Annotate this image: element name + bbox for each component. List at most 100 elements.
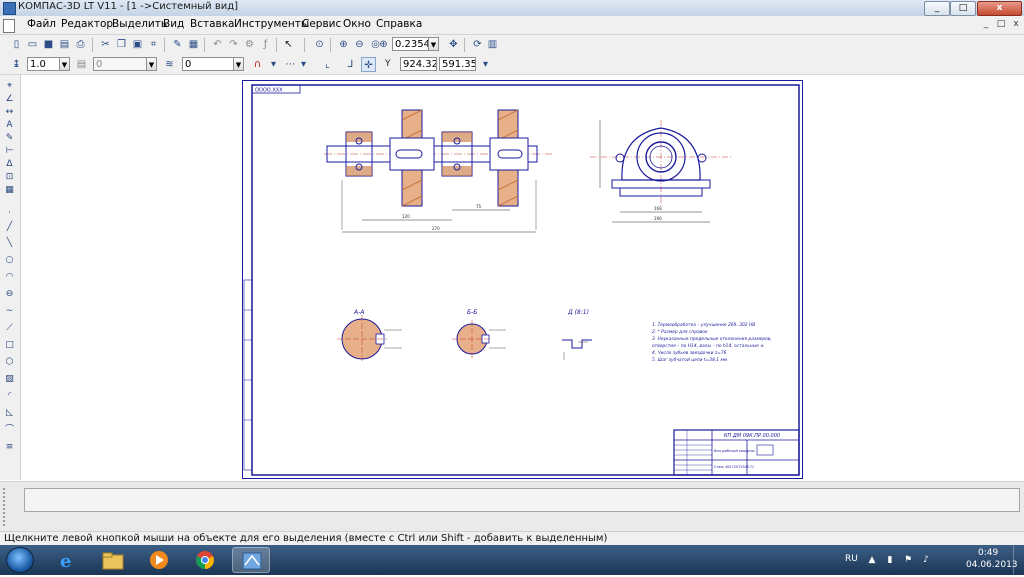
contour-icon[interactable]: ⌒	[2, 425, 17, 436]
note-5: 5. Шаг зубчатой цепи t=38,1 мм	[652, 357, 728, 363]
explorer-icon[interactable]	[94, 547, 132, 573]
line-icon[interactable]: ╱	[2, 222, 17, 233]
menu-select[interactable]: Выделить	[112, 18, 167, 30]
menu-window[interactable]: Окно	[343, 18, 371, 30]
layer-dropdown[interactable]: ▼	[146, 57, 157, 71]
zoom-in-icon[interactable]: ⊕	[336, 37, 351, 52]
redo-icon[interactable]: ↷	[226, 37, 241, 52]
chamfer-icon[interactable]: ◺	[2, 408, 17, 419]
copy-icon[interactable]: ❐	[114, 37, 129, 52]
open-icon[interactable]: ▭	[25, 37, 40, 52]
manager-icon[interactable]: ▦	[186, 37, 201, 52]
snap-dropdown[interactable]: ▾	[266, 57, 281, 72]
variables-icon[interactable]: ⚙	[242, 37, 257, 52]
hatch-icon[interactable]: ▨	[2, 374, 17, 385]
start-button[interactable]	[6, 547, 34, 573]
menu-help[interactable]: Справка	[376, 18, 422, 30]
menu-file[interactable]: Файл	[27, 18, 56, 30]
show-desktop-button[interactable]	[1013, 545, 1024, 575]
tray-expand-icon[interactable]: ▲	[866, 554, 878, 566]
properties-panel-area[interactable]	[24, 488, 1020, 512]
snap-icon[interactable]: ∩	[250, 57, 265, 72]
media-player-icon[interactable]	[140, 547, 178, 573]
y-coordinate-input[interactable]: 591.35	[439, 57, 476, 71]
polygon-icon[interactable]: ⬡	[2, 357, 17, 368]
menu-tools[interactable]: Инструменты	[234, 18, 309, 30]
pan-icon[interactable]: ✥	[446, 37, 461, 52]
paste-icon[interactable]: ▣	[130, 37, 145, 52]
arc-icon[interactable]: ◠	[2, 272, 17, 283]
polyline-icon[interactable]: ⟋	[2, 323, 17, 334]
view-dropdown[interactable]: ▼	[233, 57, 244, 71]
network-icon[interactable]: ▮	[884, 554, 896, 566]
ellipse-icon[interactable]: ⊖	[2, 289, 17, 300]
refresh-icon[interactable]: ⟳	[470, 37, 485, 52]
drawing-canvas[interactable]: ОООО.ХХХ 270 120 75 160 190 А-А Б-Б Д (8…	[21, 75, 1024, 480]
zoom-dropdown[interactable]: ▼	[428, 37, 439, 51]
zoom-out-icon[interactable]: ⊖	[352, 37, 367, 52]
doc-restore-button[interactable]: □	[995, 18, 1007, 30]
view-layers-icon[interactable]: ≋	[162, 57, 177, 72]
rectangle-icon[interactable]: □	[2, 340, 17, 351]
selection-icon[interactable]: ⊡	[2, 172, 17, 183]
coords-more-icon[interactable]: ▾	[478, 57, 493, 72]
help-arrow-icon[interactable]: ↖	[281, 37, 296, 52]
select-icon[interactable]: ⌖	[2, 81, 17, 92]
zoom-scale-icon[interactable]: ⊕	[376, 37, 391, 52]
fillet-icon[interactable]: ◜	[2, 391, 17, 402]
chrome-icon[interactable]	[186, 547, 224, 573]
panel-grip[interactable]	[3, 488, 19, 526]
maximize-button[interactable]: □	[950, 1, 976, 16]
ie-icon[interactable]: e	[48, 547, 86, 573]
equidistant-icon[interactable]: ≡	[2, 442, 17, 453]
doc-close-button[interactable]: x	[1010, 18, 1022, 30]
style-icon[interactable]: ↨	[9, 57, 24, 72]
doc-minimize-button[interactable]: _	[980, 18, 992, 30]
language-indicator[interactable]: RU	[845, 554, 858, 564]
print-icon[interactable]: ⎙	[73, 37, 88, 52]
grid-dropdown[interactable]: ▾	[296, 57, 311, 72]
circle-icon[interactable]: ○	[2, 255, 17, 266]
snaps-icon[interactable]: ✛	[361, 57, 376, 72]
undo-icon[interactable]: ↶	[210, 37, 225, 52]
new-icon[interactable]: ▯	[9, 37, 24, 52]
save-icon[interactable]: ■	[41, 37, 56, 52]
menu-editor[interactable]: Редактор	[61, 18, 113, 30]
dimensions-icon[interactable]: ↔	[2, 107, 17, 118]
ortho-icon[interactable]: ⅃	[343, 57, 358, 72]
formula-icon[interactable]: ƒ	[258, 37, 273, 52]
local-cs-icon[interactable]: ⌞	[320, 57, 335, 72]
point-icon[interactable]: ·	[2, 208, 17, 219]
style-dropdown[interactable]: ▼	[59, 57, 70, 71]
menu-insert[interactable]: Вставка	[190, 18, 235, 30]
menu-service[interactable]: Сервис	[302, 18, 341, 30]
action-center-icon[interactable]: ⚑	[902, 554, 914, 566]
measure-icon[interactable]: Δ	[2, 159, 17, 170]
segment-icon[interactable]: ╲	[2, 238, 17, 249]
volume-icon[interactable]: ♪	[920, 554, 932, 566]
spec-icon[interactable]: ▦	[2, 185, 17, 196]
close-button[interactable]: x	[977, 1, 1022, 16]
menu-view[interactable]: Вид	[163, 18, 184, 30]
layer-icon[interactable]: ▤	[74, 57, 89, 72]
parameters-icon[interactable]: ⊢	[2, 146, 17, 157]
clock-date[interactable]: 04.06.2013	[966, 560, 1018, 570]
print-preview-icon[interactable]: ▤	[57, 37, 72, 52]
symbols-icon[interactable]: A	[2, 120, 17, 131]
document-icon[interactable]	[3, 19, 15, 33]
format-icon[interactable]: ⌗	[146, 37, 161, 52]
properties-icon[interactable]: ✎	[170, 37, 185, 52]
zoom-window-icon[interactable]: ⊙	[312, 37, 327, 52]
window-title: КОМПАС-3D LT V11 - [1 ->Системный вид]	[18, 1, 239, 12]
spline-icon[interactable]: ∼	[2, 306, 17, 317]
cut-icon[interactable]: ✂	[98, 37, 113, 52]
clock-time[interactable]: 0:49	[978, 548, 998, 558]
edit-icon[interactable]: ✎	[2, 133, 17, 144]
views-icon[interactable]: ▥	[485, 37, 500, 52]
x-coordinate-input[interactable]: 924.32	[400, 57, 437, 71]
minimize-button[interactable]: _	[924, 1, 950, 16]
geometry-icon[interactable]: ∠	[2, 94, 17, 105]
drawing-sheet[interactable]: ОООО.ХХХ 270 120 75 160 190 А-А Б-Б Д (8…	[242, 80, 804, 480]
dim-b: 75	[476, 204, 482, 209]
kompas-taskbar-icon[interactable]	[232, 547, 270, 573]
